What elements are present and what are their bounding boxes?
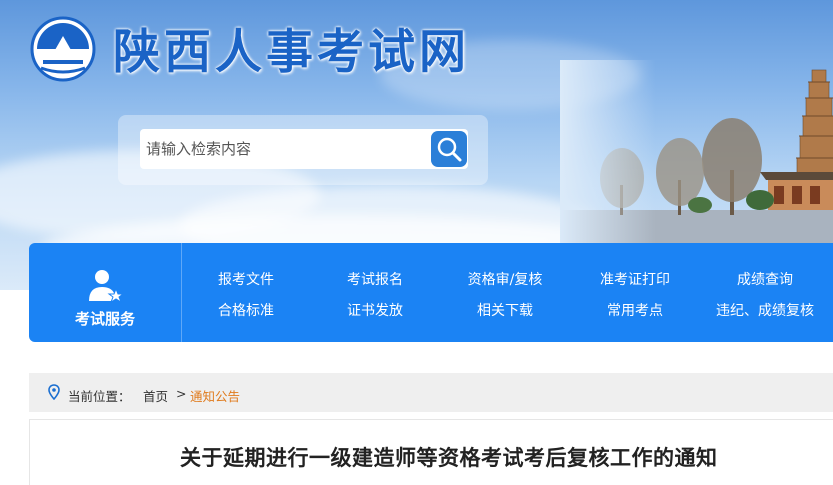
link-passing-standard[interactable]: 合格标准	[186, 300, 306, 320]
link-downloads[interactable]: 相关下载	[445, 300, 565, 320]
link-qualification-review[interactable]: 资格审/复核	[445, 269, 565, 289]
link-admission-ticket-print[interactable]: 准考证打印	[575, 269, 695, 289]
article-panel: 关于延期进行一级建造师等资格考试考后复核工作的通知	[29, 419, 833, 485]
search-icon	[431, 131, 467, 167]
location-pin-icon	[48, 384, 60, 400]
breadcrumb-label: 当前位置：	[68, 389, 131, 404]
link-exam-signup[interactable]: 考试报名	[315, 269, 435, 289]
link-common-exam-sites[interactable]: 常用考点	[575, 300, 695, 320]
exam-service-bar: 考试服务 报考文件 考试报名 资格审/复核 准考证打印 成绩查询 合格标准 证书…	[29, 243, 833, 342]
user-star-icon	[89, 270, 125, 304]
search-button[interactable]	[430, 129, 468, 169]
breadcrumb: 当前位置： 首页 > 通知公告	[29, 373, 833, 412]
breadcrumb-separator: >	[176, 386, 187, 401]
search-input[interactable]	[140, 129, 430, 169]
breadcrumb-current-link[interactable]: 通知公告	[190, 386, 240, 405]
exam-service-heading: 考试服务	[29, 243, 182, 342]
pagoda-emblem-icon	[30, 16, 96, 82]
landmark-scenery-image	[560, 60, 833, 260]
link-registration-files[interactable]: 报考文件	[186, 269, 306, 289]
link-score-query[interactable]: 成绩查询	[705, 269, 825, 289]
link-certificate-issue[interactable]: 证书发放	[315, 300, 435, 320]
article-title: 关于延期进行一级建造师等资格考试考后复核工作的通知	[180, 446, 718, 470]
exam-service-title: 考试服务	[74, 310, 135, 328]
breadcrumb-home-link[interactable]: 首页	[143, 386, 168, 405]
site-title[interactable]: 陕西人事考试网	[113, 13, 470, 82]
link-violation-score-review[interactable]: 违纪、成绩复核	[705, 300, 825, 320]
